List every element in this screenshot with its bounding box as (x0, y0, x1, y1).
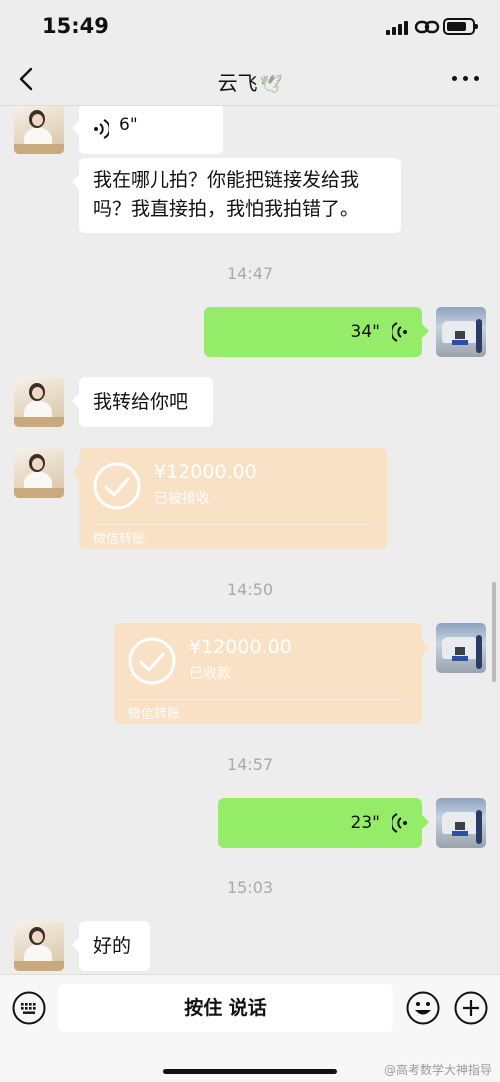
transfer-brand: 微信转账 (128, 707, 181, 722)
contact-name: 云飞 (217, 71, 258, 95)
transfer-amount: ¥12000.00 (189, 636, 292, 658)
message-text: 好的 (93, 935, 132, 957)
contact-avatar[interactable] (14, 106, 64, 154)
more-icon[interactable] (452, 76, 480, 84)
voice-wave-icon (94, 119, 109, 139)
divider (93, 524, 369, 525)
voice-message[interactable]: 6" (72, 106, 223, 154)
hold-to-talk-button[interactable]: 按住 说话 (58, 984, 393, 1032)
text-message[interactable]: 我转给你吧 (72, 377, 213, 427)
home-indicator[interactable] (163, 1069, 337, 1074)
transfer-status: 已收款 (189, 666, 231, 682)
timestamp: 15:03 (226, 878, 274, 897)
text-message[interactable]: 我在哪儿拍？你能把链接发给我 吗？我直接拍，我怕我拍错了。 (72, 158, 401, 233)
emoji-icon[interactable] (406, 991, 440, 1025)
status-time: 15:49 (42, 14, 109, 38)
chat-area[interactable]: 6" 我在哪儿拍？你能把链接发给我 吗？我直接拍，我怕我拍错了。 14:47 3… (0, 106, 500, 974)
voice-message[interactable]: 34" (204, 307, 429, 357)
timestamp: 14:47 (226, 264, 274, 283)
my-avatar[interactable] (436, 307, 486, 357)
voice-duration: 6" (119, 115, 138, 135)
signal-icon (386, 21, 408, 35)
my-avatar[interactable] (436, 798, 486, 848)
keyboard-icon[interactable] (12, 991, 46, 1025)
chat-title: 云飞 🕊 (0, 67, 500, 96)
message-line: 我在哪儿拍？你能把链接发给我 (93, 169, 360, 191)
voice-message[interactable]: 23" (218, 798, 429, 848)
contact-avatar[interactable] (14, 921, 64, 971)
voice-wave-icon (392, 322, 407, 342)
plus-icon[interactable] (454, 991, 488, 1025)
my-avatar[interactable] (436, 623, 486, 673)
scrollbar[interactable] (492, 582, 496, 682)
text-message[interactable]: 好的 (72, 921, 150, 971)
voice-duration: 23" (350, 813, 380, 833)
divider (128, 699, 404, 700)
voice-duration: 34" (350, 322, 380, 342)
transfer-status: 已被接收 (154, 491, 210, 507)
message-line: 吗？我直接拍，我怕我拍错了。 (93, 198, 360, 220)
battery-icon (443, 18, 478, 35)
voice-wave-icon (392, 813, 407, 833)
watermark: @高考数学大神指导 (383, 1063, 492, 1077)
link-icon (414, 20, 440, 34)
input-bar: 按住 说话 @高考数学大神指导 (0, 974, 500, 1082)
contact-avatar[interactable] (14, 377, 64, 427)
message-text: 我转给你吧 (93, 391, 189, 413)
timestamp: 14:50 (226, 580, 274, 599)
check-circle-icon (93, 462, 141, 510)
status-bar: 15:49 (0, 0, 500, 52)
transfer-card[interactable]: ¥12000.00 已被接收 微信转账 (72, 448, 387, 549)
dove-icon: 🕊 (259, 74, 283, 95)
contact-avatar[interactable] (14, 448, 64, 498)
check-circle-icon (128, 637, 176, 685)
chat-header: 云飞 🕊 (0, 52, 500, 106)
transfer-brand: 微信转账 (93, 532, 146, 547)
timestamp: 14:57 (226, 755, 274, 774)
transfer-card[interactable]: ¥12000.00 已收款 微信转账 (114, 623, 429, 724)
transfer-amount: ¥12000.00 (154, 461, 257, 483)
